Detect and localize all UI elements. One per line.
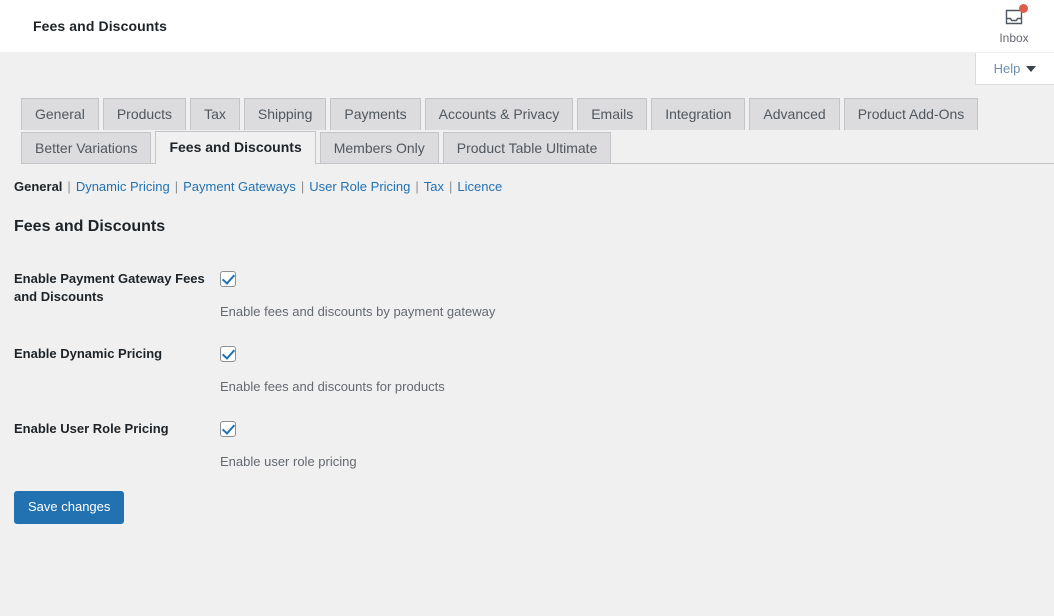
setting-description: Enable fees and discounts by payment gat… [220,304,496,319]
settings-row: Enable Dynamic Pricing Enable fees and di… [0,333,1054,408]
tab-row-secondary: Better Variations Fees and Discounts Membe… [21,131,1040,164]
tab-better-variations[interactable]: Better Variations [21,132,152,164]
setting-label: Enable Dynamic Pricing [14,346,163,361]
inbox-tray-icon [1003,4,1028,28]
toggle-checkbox[interactable] [220,271,236,287]
inbox-button[interactable]: Inbox [986,4,1042,50]
tab-shipping[interactable]: Shipping [243,98,327,130]
save-changes-button[interactable]: Save changes [14,491,125,524]
section-heading: Fees and Discounts [14,218,166,235]
tab-product-table-ultimate[interactable]: Product Table Ultimate [442,132,612,164]
setting-label: Enable Payment Gateway Fees and Discount… [14,271,205,304]
chevron-down-icon [1026,65,1037,72]
settings-row: Enable Payment Gateway Fees and Discount… [0,258,1054,333]
settings-row: Enable User Role Pricing Enable user role… [0,408,1054,483]
notification-dot [1019,4,1028,13]
tab-product-add-ons[interactable]: Product Add-Ons [843,98,979,130]
subnav-separator: | [415,179,419,194]
subnav-item-licence[interactable]: Licence [457,179,502,195]
help-dropdown-button[interactable]: Help [975,53,1054,85]
submit-area: Save changes [0,483,1054,524]
settings-table: Enable Payment Gateway Fees and Discount… [0,258,1054,483]
page-title: Fees and Discounts [33,18,168,34]
tab-fees-and-discounts[interactable]: Fees and Discounts [155,131,316,164]
settings-tabs: General Products Tax Shipping Payments Accoun… [0,52,1054,164]
tab-row-primary: General Products Tax Shipping Payments Accoun… [21,98,1040,130]
setting-description: Enable user role pricing [220,454,357,469]
tab-general[interactable]: General [21,98,99,130]
setting-label: Enable User Role Pricing [14,421,169,436]
subnav-separator: | [449,179,453,194]
subnav-separator: | [67,179,71,194]
tab-members-only[interactable]: Members Only [319,132,439,164]
toggle-checkbox[interactable] [220,346,236,362]
inbox-label: Inbox [999,31,1029,45]
subnav-separator: | [174,179,179,194]
subnav-item-tax[interactable]: Tax [424,179,444,195]
setting-field: Enable fees and discounts by payment gat… [220,258,1054,333]
tab-integration[interactable]: Integration [651,98,746,130]
subnav-item-general: General [14,179,63,194]
tab-payments[interactable]: Payments [330,98,421,130]
subnav-item-dynamic-pricing[interactable]: Dynamic Pricing [76,179,170,195]
subnav-item-user-role-pricing[interactable]: User Role Pricing [309,179,410,195]
app-header: Fees and Discounts Inbox [0,0,1054,52]
tab-tax[interactable]: Tax [190,98,240,130]
subnav: General | Dynamic Pricing | Payment Gateways… [0,165,1054,195]
tab-advanced[interactable]: Advanced [749,98,840,130]
subnav-separator: | [300,179,305,194]
setting-field: Enable fees and discounts for products [220,333,1054,408]
toggle-checkbox[interactable] [220,421,236,437]
setting-field: Enable user role pricing [220,408,1054,483]
tab-products[interactable]: Products [102,98,187,130]
setting-description: Enable fees and discounts for products [220,379,445,394]
tab-emails[interactable]: Emails [577,98,648,130]
tab-accounts-privacy[interactable]: Accounts & Privacy [424,98,574,130]
subnav-item-payment-gateways[interactable]: Payment Gateways [183,179,296,195]
main-content: Fees and Discounts Enable Payment Gatewa… [0,218,1054,524]
nav-area: Help General Products Tax Shipping Payments A… [0,52,1054,195]
help-label: Help [993,61,1021,76]
